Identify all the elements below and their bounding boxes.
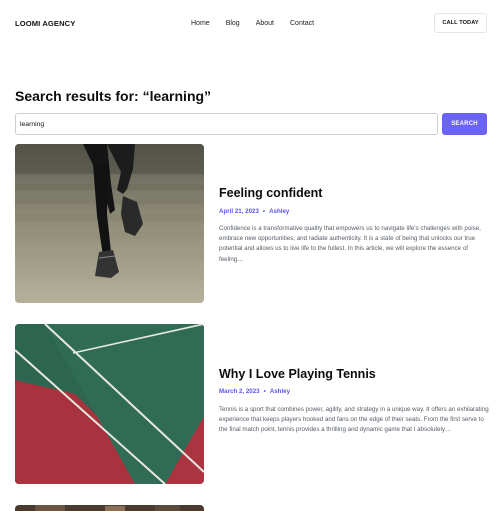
meta-separator: • xyxy=(263,388,266,395)
post-meta: April 21, 2023 • Ashley xyxy=(219,208,289,215)
post-date: March 2, 2023 xyxy=(219,388,260,395)
post-date: April 21, 2023 xyxy=(219,208,259,215)
nav-about[interactable]: About xyxy=(256,20,274,27)
post-title[interactable]: Why I Love Playing Tennis xyxy=(219,367,376,381)
call-today-button[interactable]: CALL TODAY xyxy=(434,13,487,33)
nav-blog[interactable]: Blog xyxy=(226,20,240,27)
site-header: LOOMI AGENCY Home Blog About Contact CAL… xyxy=(0,0,500,48)
post-title[interactable]: Feeling confident xyxy=(219,186,322,200)
search-button[interactable]: SEARCH xyxy=(442,113,487,135)
main-nav: Home Blog About Contact xyxy=(191,20,330,27)
nav-contact[interactable]: Contact xyxy=(290,20,314,27)
post-author[interactable]: Ashley xyxy=(269,208,289,215)
page-title: Search results for: “learning” xyxy=(15,88,212,104)
post-thumbnail-tennis-court[interactable] xyxy=(15,324,204,484)
nav-home[interactable]: Home xyxy=(191,20,210,27)
search-input[interactable] xyxy=(15,113,438,135)
post-excerpt: Tennis is a sport that combines power, a… xyxy=(219,406,489,434)
site-logo[interactable]: LOOMI AGENCY xyxy=(15,19,75,28)
post-excerpt: Confidence is a transformative quality t… xyxy=(219,225,481,263)
post-meta: March 2, 2023 • Ashley xyxy=(219,388,290,395)
post-thumbnail-partial[interactable] xyxy=(15,505,204,511)
meta-separator: • xyxy=(262,208,266,215)
post-thumbnail-running-stairs[interactable] xyxy=(15,144,204,303)
post-author[interactable]: Ashley xyxy=(270,388,290,395)
